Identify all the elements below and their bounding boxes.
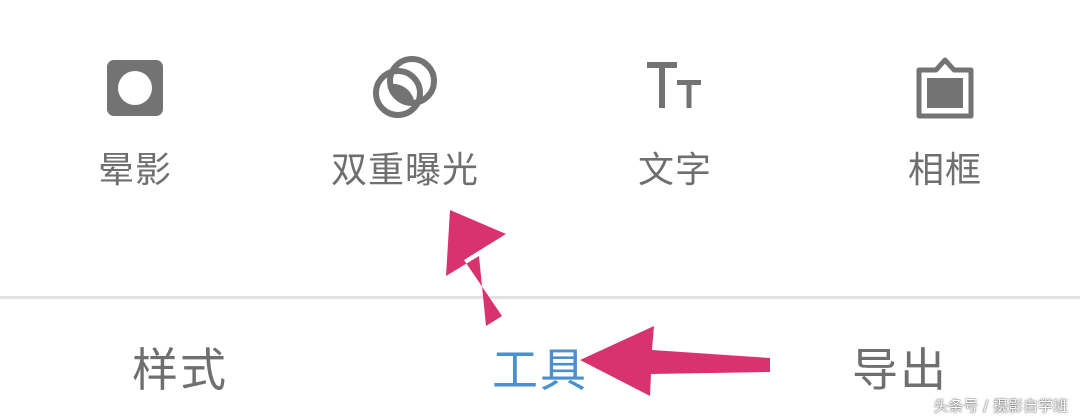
double-exposure-icon <box>373 56 437 118</box>
tool-text[interactable]: 文字 <box>565 40 785 210</box>
vignette-icon <box>107 60 163 116</box>
tool-label: 双重曝光 <box>330 150 479 191</box>
tool-label: 相框 <box>907 150 982 191</box>
tool-vignette[interactable]: 晕影 <box>25 40 245 210</box>
tools-panel: 晕影 双重曝光 文字 相框 <box>0 0 1080 296</box>
tab-style[interactable]: 样式 <box>80 340 280 400</box>
frame-icon <box>916 57 974 119</box>
tab-tools[interactable]: 工具 <box>440 340 640 400</box>
watermark: 头条号 / 摄影自学班 <box>933 397 1068 415</box>
tool-double-exposure[interactable]: 双重曝光 <box>295 40 515 210</box>
tab-export[interactable]: 导出 <box>800 340 1000 400</box>
tool-label: 文字 <box>637 150 712 191</box>
text-icon <box>647 62 701 108</box>
tool-label: 晕影 <box>97 150 172 191</box>
divider <box>0 296 1080 299</box>
tool-frame[interactable]: 相框 <box>835 40 1055 210</box>
